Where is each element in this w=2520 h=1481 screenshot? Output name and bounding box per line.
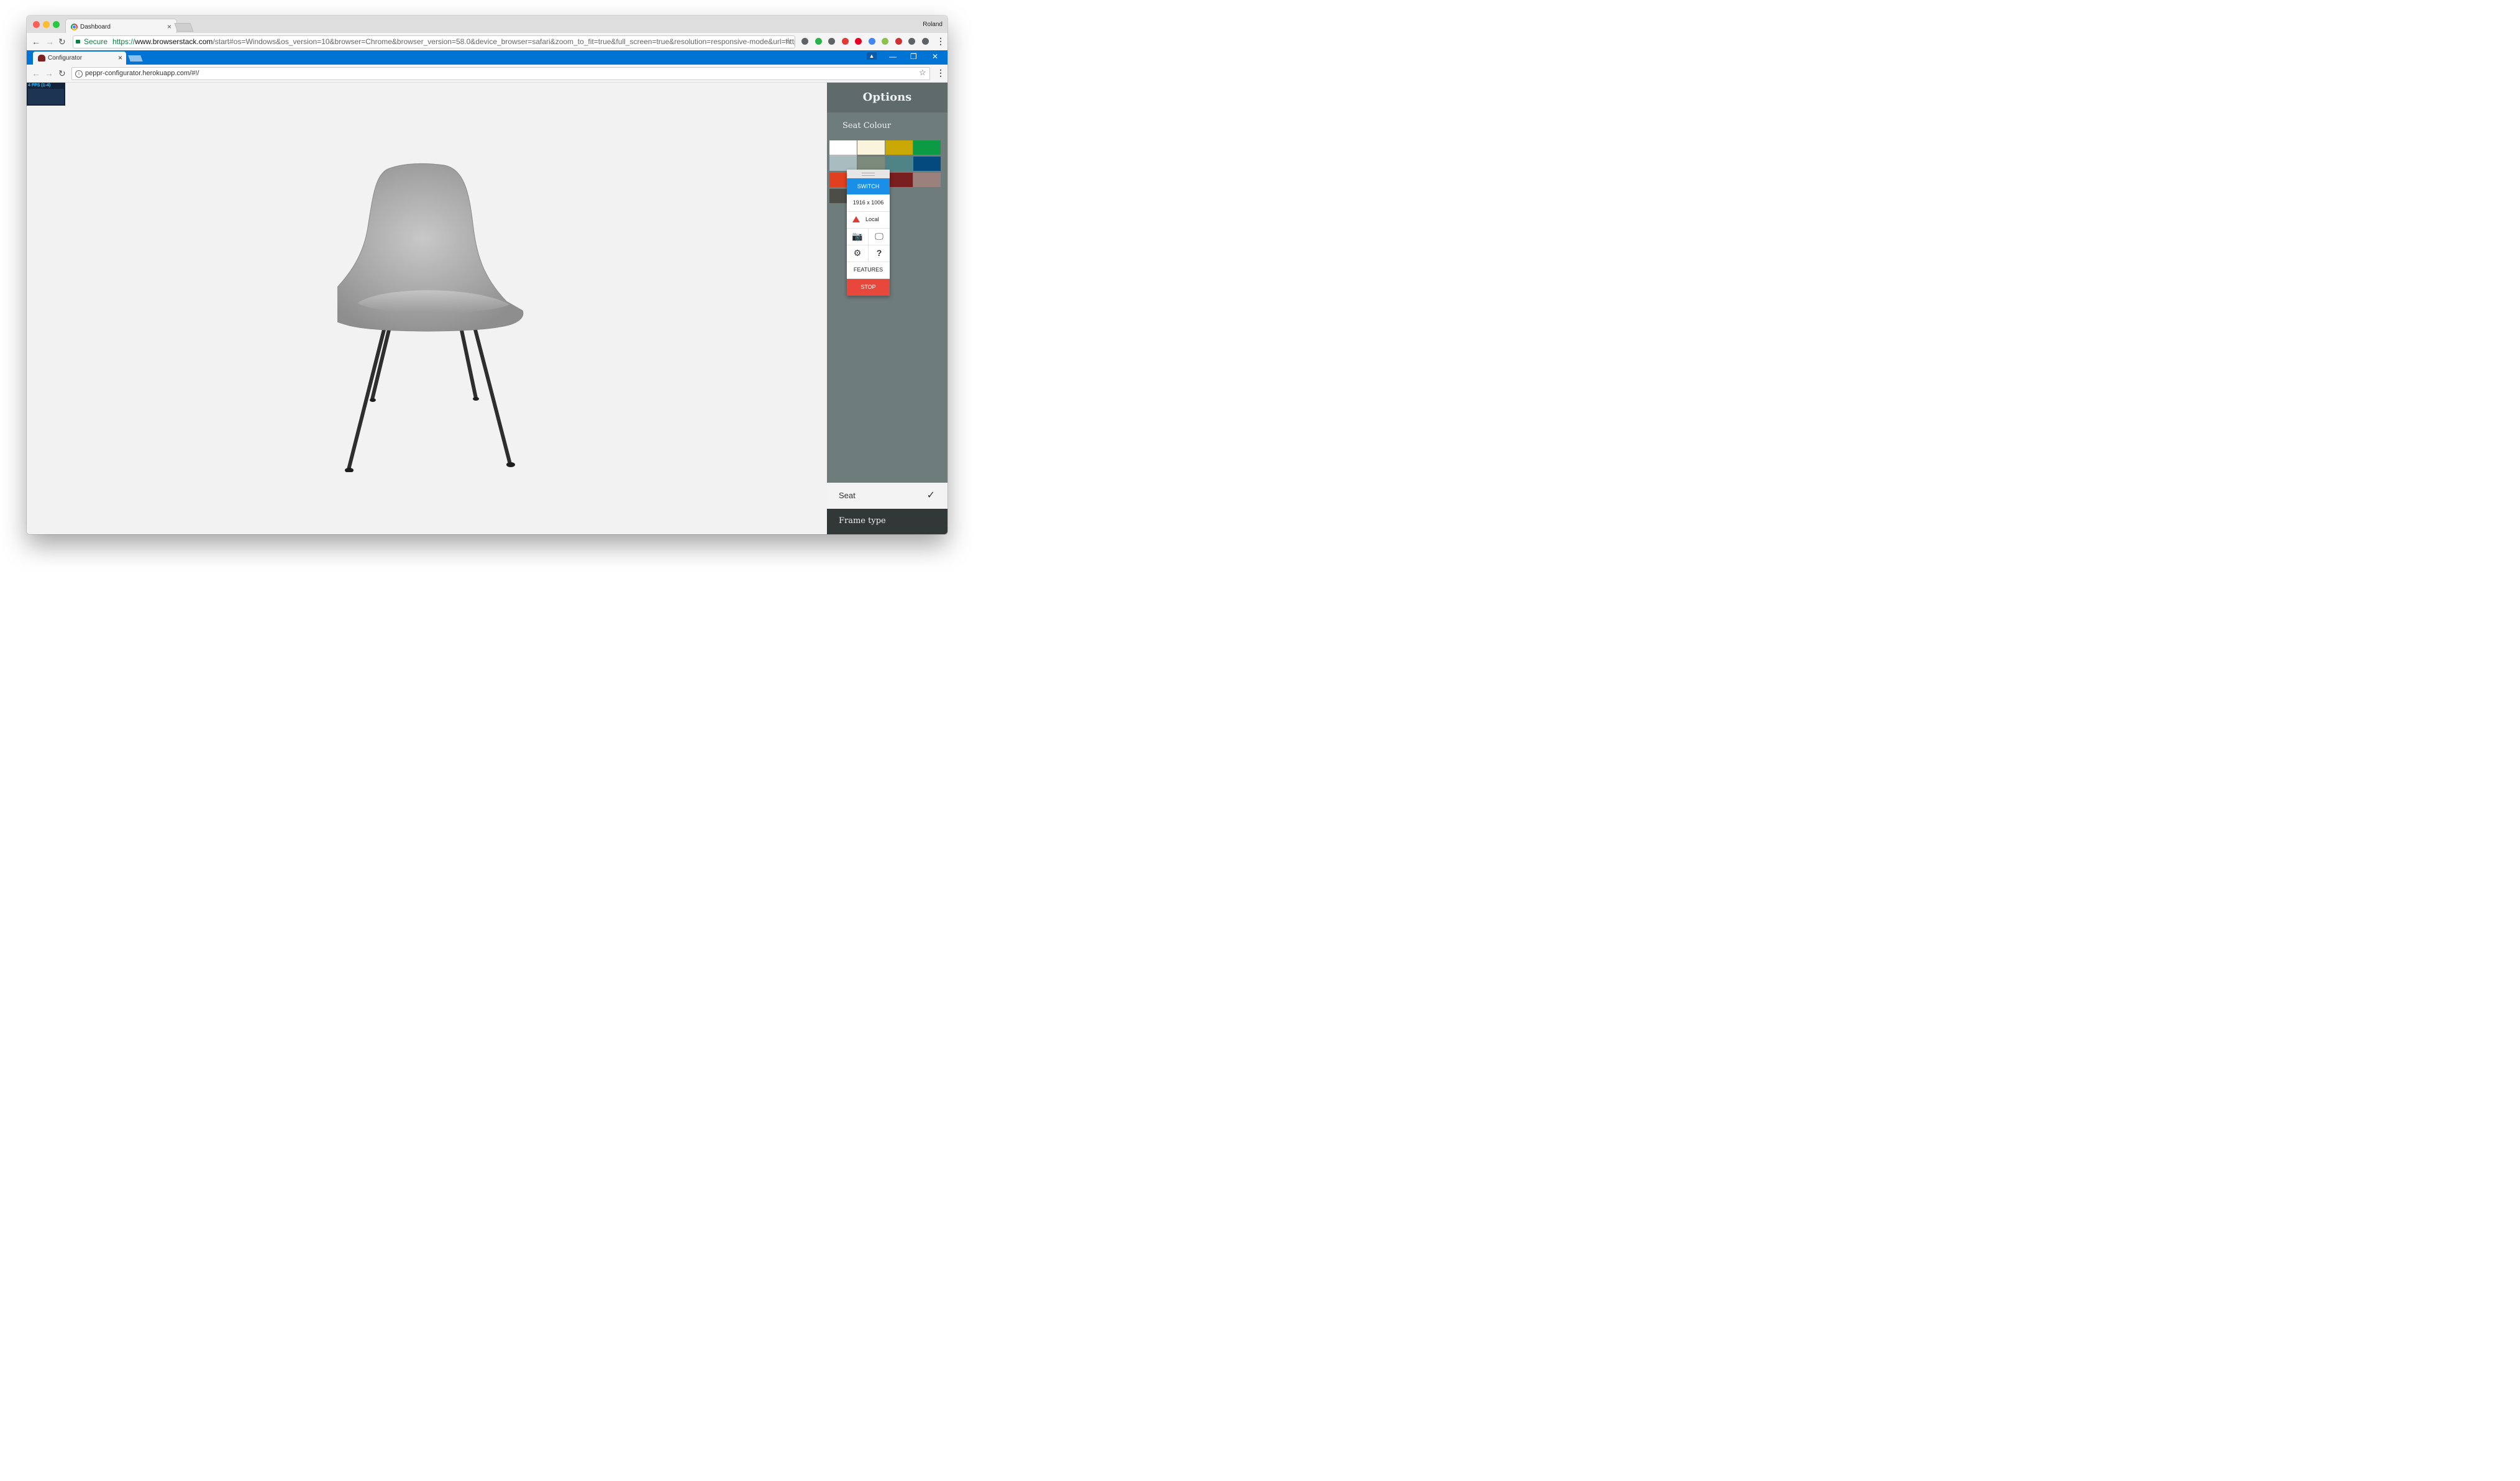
browserstack-toolbar: SWITCH 1916 x 1006 Local 📷 🖵 ⚙ ? FEATURE… — [847, 170, 890, 296]
angular-icon[interactable] — [908, 38, 915, 45]
inner-minimize-button[interactable]: — — [889, 52, 897, 61]
colour-swatch[interactable] — [913, 157, 941, 171]
local-testing-button[interactable]: Local — [847, 211, 890, 234]
drag-handle[interactable] — [847, 170, 890, 178]
lock-icon — [76, 40, 80, 43]
colour-swatch[interactable] — [857, 157, 885, 171]
tab-dashboard[interactable]: Dashboard × — [65, 19, 177, 34]
minimize-window-button[interactable] — [43, 21, 50, 28]
inner-tab-bar: Configurator × ▲ — ❐ ✕ — [27, 50, 947, 65]
incognito-icon[interactable] — [921, 38, 929, 45]
options-panel: Options Seat Colour Seat ✓ Frame type — [827, 83, 947, 534]
help-icon[interactable]: ? — [869, 245, 890, 262]
bookmark-star-icon[interactable]: ☆ — [785, 36, 792, 46]
url-host: www.browserstack.com — [135, 37, 213, 46]
zoom-window-button[interactable] — [53, 21, 60, 28]
devices-icon[interactable]: 🖵 — [869, 228, 890, 245]
secure-label: Secure — [84, 37, 108, 46]
features-button[interactable]: FEATURES — [847, 262, 890, 279]
colour-swatch[interactable] — [913, 140, 941, 155]
cors-icon[interactable] — [895, 38, 902, 45]
profile-name[interactable]: Roland — [923, 21, 943, 28]
configurator-favicon-icon — [38, 55, 45, 62]
inner-close-button[interactable]: ✕ — [932, 52, 938, 61]
chair-3d-viewport[interactable]: 4 FPS (1-4) — [27, 83, 827, 534]
menu-icon[interactable]: ⋮ — [936, 36, 945, 47]
outer-title-bar: Dashboard × Roland — [27, 16, 947, 34]
inner-address-bar[interactable]: i peppr-configurator.herokuapp.com/#!/ — [71, 67, 930, 80]
chair-feet — [345, 397, 515, 472]
colour-swatch[interactable] — [885, 157, 913, 171]
colour-swatch[interactable] — [829, 157, 857, 171]
tab-configurator[interactable]: Configurator × — [33, 52, 126, 65]
resolution-label[interactable]: 1916 x 1006 — [847, 194, 890, 212]
inner-tab-title: Configurator — [48, 55, 83, 62]
adblock-icon[interactable] — [841, 38, 849, 45]
inner-restore-button[interactable]: ❐ — [910, 52, 917, 61]
checkmark-icon: ✓ — [926, 490, 935, 501]
inner-menu-icon[interactable]: ⋮ — [936, 68, 945, 78]
feedly-icon[interactable] — [815, 38, 822, 45]
local-label: Local — [865, 216, 879, 222]
inner-reload-icon[interactable]: ↻ — [58, 68, 66, 79]
browser-window: Dashboard × Roland ← → ↻ Secure https://w… — [27, 16, 947, 534]
inner-new-tab-button[interactable] — [128, 55, 143, 62]
url-path: /start#os=Windows&os_version=10&browser=… — [212, 37, 795, 46]
chair-model[interactable] — [337, 162, 524, 472]
back-icon[interactable]: ← — [32, 37, 40, 47]
tinyurl-icon[interactable] — [882, 38, 888, 45]
colour-swatch[interactable] — [857, 140, 885, 155]
seat-row-label: Seat — [839, 491, 856, 500]
colour-swatch[interactable] — [885, 140, 913, 155]
address-bar[interactable]: Secure https://www.browserstack.com/start… — [73, 35, 795, 48]
settings-gear-icon[interactable]: ⚙ — [847, 245, 869, 262]
outer-toolbar: ← → ↻ Secure https://www.browserstack.com… — [27, 33, 947, 51]
url-scheme: https:// — [112, 37, 135, 46]
inner-url: peppr-configurator.herokuapp.com/#!/ — [85, 70, 199, 77]
tab-title: Dashboard — [80, 24, 111, 30]
info-icon[interactable] — [828, 38, 835, 45]
colour-swatch[interactable] — [829, 140, 857, 157]
close-window-button[interactable] — [33, 21, 40, 28]
reload-icon[interactable]: ↻ — [58, 37, 66, 47]
options-title: Options — [827, 83, 947, 112]
inner-toolbar: ← → ↻ i peppr-configurator.herokuapp.com/… — [27, 65, 947, 83]
site-info-icon[interactable]: i — [75, 70, 83, 78]
seat-option-row[interactable]: Seat ✓ — [827, 483, 947, 509]
fps-label: 4 FPS (1-4) — [28, 83, 51, 88]
seat-colour-label: Seat Colour — [842, 121, 892, 130]
switch-button[interactable]: SWITCH — [847, 178, 890, 194]
inner-forward-icon[interactable]: → — [45, 68, 53, 78]
frame-type-option-row[interactable]: Frame type — [827, 509, 947, 534]
inner-tab-close-icon[interactable]: × — [118, 53, 122, 62]
forward-icon[interactable]: → — [45, 37, 54, 47]
colour-swatch[interactable] — [913, 173, 941, 187]
inner-bookmark-star-icon[interactable]: ☆ — [919, 68, 926, 78]
pinterest-icon[interactable] — [855, 38, 862, 45]
user-icon[interactable]: ▲ — [867, 52, 877, 60]
stop-button[interactable]: STOP — [847, 279, 890, 296]
chrome-favicon-icon — [71, 24, 78, 30]
camera-icon[interactable]: 📷 — [847, 228, 869, 245]
warning-icon — [852, 216, 860, 234]
frame-type-label: Frame type — [839, 516, 886, 526]
ext-badge-icon[interactable] — [868, 38, 875, 45]
new-tab-button[interactable] — [174, 23, 194, 32]
fps-graph — [28, 89, 64, 104]
fps-meter: 4 FPS (1-4) — [27, 83, 65, 106]
tab-close-icon[interactable]: × — [167, 22, 171, 31]
inner-back-icon[interactable]: ← — [32, 68, 40, 78]
pocket-icon[interactable] — [801, 38, 808, 45]
